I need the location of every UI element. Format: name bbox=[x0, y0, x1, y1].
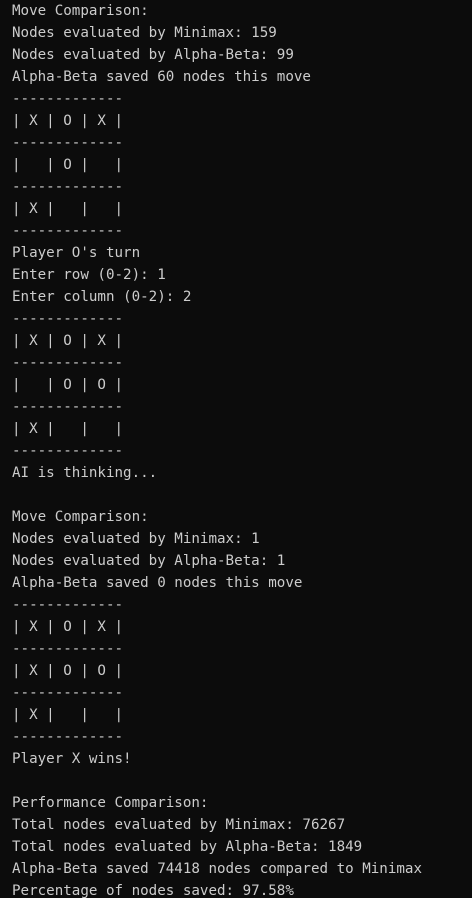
terminal-line: Move Comparison: bbox=[12, 509, 149, 525]
board-separator: ------------- bbox=[12, 641, 124, 657]
terminal-line: AI is thinking... bbox=[12, 465, 158, 481]
terminal-line: Alpha-Beta saved 0 nodes this move bbox=[12, 575, 303, 591]
blank-line bbox=[12, 484, 472, 506]
terminal-output: Move Comparison: Nodes evaluated by Mini… bbox=[12, 0, 472, 898]
board-separator: ------------- bbox=[12, 443, 124, 459]
board-row: | X | O | X | bbox=[12, 113, 124, 129]
terminal-line: Player O's turn bbox=[12, 245, 141, 261]
board-row: | X | | | bbox=[12, 201, 124, 217]
terminal-line: Nodes evaluated by Alpha-Beta: 1 bbox=[12, 553, 286, 569]
board-separator: ------------- bbox=[12, 597, 124, 613]
board-separator: ------------- bbox=[12, 311, 124, 327]
terminal-window[interactable]: Move Comparison: Nodes evaluated by Mini… bbox=[0, 0, 472, 898]
terminal-line: Nodes evaluated by Minimax: 159 bbox=[12, 25, 277, 41]
terminal-line: Total nodes evaluated by Alpha-Beta: 184… bbox=[12, 839, 363, 855]
board-separator: ------------- bbox=[12, 729, 124, 745]
board-separator: ------------- bbox=[12, 685, 124, 701]
board-row: | X | O | X | bbox=[12, 333, 124, 349]
terminal-line: Alpha-Beta saved 74418 nodes compared to… bbox=[12, 861, 422, 877]
board-separator: ------------- bbox=[12, 223, 124, 239]
board-separator: ------------- bbox=[12, 355, 124, 371]
terminal-line: Nodes evaluated by Minimax: 1 bbox=[12, 531, 260, 547]
terminal-line: Percentage of nodes saved: 97.58% bbox=[12, 883, 294, 898]
board-row: | | O | | bbox=[12, 157, 124, 173]
board-row: | X | O | O | bbox=[12, 663, 124, 679]
terminal-line: Total nodes evaluated by Minimax: 76267 bbox=[12, 817, 346, 833]
board-separator: ------------- bbox=[12, 179, 124, 195]
terminal-line: Performance Comparison: bbox=[12, 795, 209, 811]
terminal-line: Move Comparison: bbox=[12, 3, 149, 19]
blank-line bbox=[12, 770, 472, 792]
board-row: | X | | | bbox=[12, 421, 124, 437]
board-row: | X | O | X | bbox=[12, 619, 124, 635]
board-separator: ------------- bbox=[12, 135, 124, 151]
input-prompt-column: Enter column (0-2): 2 bbox=[12, 289, 192, 305]
board-separator: ------------- bbox=[12, 399, 124, 415]
winner-message: Player X wins! bbox=[12, 751, 132, 767]
board-row: | X | | | bbox=[12, 707, 124, 723]
terminal-line: Alpha-Beta saved 60 nodes this move bbox=[12, 69, 311, 85]
terminal-line: Nodes evaluated by Alpha-Beta: 99 bbox=[12, 47, 294, 63]
board-row: | | O | O | bbox=[12, 377, 124, 393]
board-separator: ------------- bbox=[12, 91, 124, 107]
input-prompt-row: Enter row (0-2): 1 bbox=[12, 267, 166, 283]
